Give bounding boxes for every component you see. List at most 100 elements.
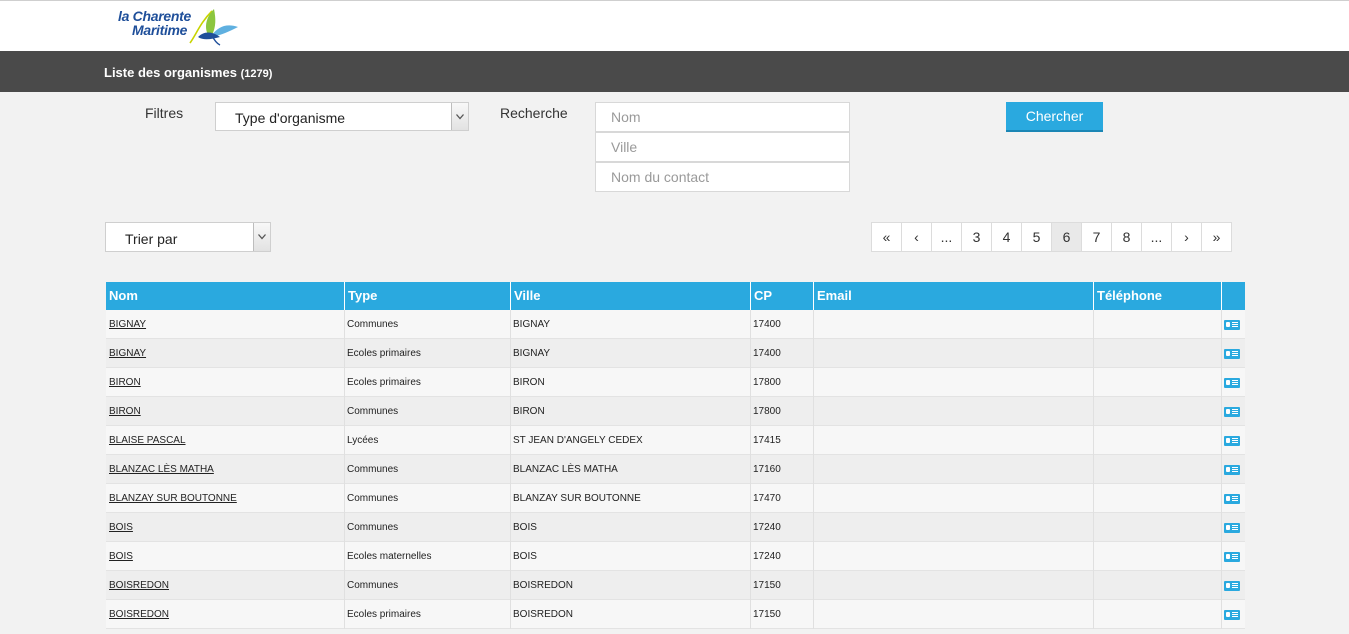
- organism-link[interactable]: BLANZAY SUR BOUTONNE: [109, 493, 237, 504]
- cell-cp: 17240: [751, 513, 814, 542]
- search-contact-input[interactable]: [595, 162, 850, 192]
- cell-telephone: [1094, 455, 1222, 484]
- cell-ville: BIGNAY: [511, 310, 751, 339]
- table-row: BOISREDON Ecoles primaires BOISREDON 17150: [106, 600, 1245, 629]
- cell-cp-text: 17800: [753, 406, 781, 417]
- cell-cp: 17400: [751, 310, 814, 339]
- cell-type-text: Communes: [347, 319, 399, 330]
- cell-ville: BLANZAC LÈS MATHA: [511, 455, 751, 484]
- contact-card-icon[interactable]: [1224, 349, 1240, 359]
- cell-telephone: [1094, 513, 1222, 542]
- cell-cp: 17800: [751, 368, 814, 397]
- first-page-button[interactable]: «: [871, 222, 902, 252]
- cell-type-text: Lycées: [347, 435, 379, 446]
- chevron-down-icon[interactable]: [253, 223, 270, 251]
- site-logo[interactable]: la Charente Maritime: [116, 7, 246, 47]
- search-city-input[interactable]: [595, 132, 850, 162]
- next-page-button[interactable]: ›: [1171, 222, 1202, 252]
- contact-card-icon[interactable]: [1224, 436, 1240, 446]
- cell-type: Communes: [345, 397, 511, 426]
- ellipsis-right[interactable]: ...: [1141, 222, 1172, 252]
- title-bar: Liste des organismes (1279): [0, 51, 1349, 92]
- cell-cp: 17470: [751, 484, 814, 513]
- search-name-input[interactable]: [595, 102, 850, 132]
- cell-type: Ecoles primaires: [345, 368, 511, 397]
- cell-type: Ecoles primaires: [345, 600, 511, 629]
- cell-telephone: [1094, 397, 1222, 426]
- cell-telephone: [1094, 426, 1222, 455]
- cell-telephone: [1094, 571, 1222, 600]
- cell-telephone: [1094, 310, 1222, 339]
- contact-card-icon[interactable]: [1224, 407, 1240, 417]
- cell-ville-text: BOISREDON: [513, 609, 574, 620]
- page-3[interactable]: 3: [961, 222, 992, 252]
- ellipsis-left[interactable]: ...: [931, 222, 962, 252]
- contact-card-icon[interactable]: [1224, 320, 1240, 330]
- organism-link[interactable]: BOIS: [109, 522, 133, 533]
- type-select[interactable]: Type d'organisme: [215, 102, 469, 131]
- organism-link[interactable]: BLAISE PASCAL: [109, 435, 186, 446]
- organism-link[interactable]: BOISREDON: [109, 609, 169, 620]
- search-button[interactable]: Chercher: [1006, 102, 1103, 132]
- contact-card-icon[interactable]: [1224, 494, 1240, 504]
- page-8[interactable]: 8: [1111, 222, 1142, 252]
- cell-type-text: Communes: [347, 493, 399, 504]
- cell-ville: BOISREDON: [511, 600, 751, 629]
- cell-cp-text: 17160: [753, 464, 781, 475]
- organism-link[interactable]: BIGNAY: [109, 319, 146, 330]
- column-header-telephone[interactable]: Téléphone: [1094, 282, 1222, 310]
- organism-count: (1279): [240, 68, 273, 80]
- type-select-value: Type d'organisme: [235, 110, 346, 126]
- cell-email: [814, 339, 1094, 368]
- column-header-cp[interactable]: CP: [751, 282, 814, 310]
- cell-cp-text: 17400: [753, 319, 781, 330]
- page-5[interactable]: 5: [1021, 222, 1052, 252]
- organism-link[interactable]: BOISREDON: [109, 580, 169, 591]
- organism-link[interactable]: BLANZAC LÈS MATHA: [109, 464, 214, 475]
- contact-card-icon[interactable]: [1224, 581, 1240, 591]
- organism-link[interactable]: BIGNAY: [109, 348, 146, 359]
- cell-ville-text: ST JEAN D'ANGELY CEDEX: [513, 435, 643, 446]
- sort-select[interactable]: Trier par: [105, 222, 271, 252]
- cell-cp: 17800: [751, 397, 814, 426]
- cell-ville: BOIS: [511, 513, 751, 542]
- contact-card-icon[interactable]: [1224, 610, 1240, 620]
- cell-type-text: Communes: [347, 406, 399, 417]
- column-header-nom[interactable]: Nom: [106, 282, 345, 310]
- table-row: BLANZAY SUR BOUTONNE Communes BLANZAY SUR …: [106, 484, 1245, 513]
- page-7[interactable]: 7: [1081, 222, 1112, 252]
- bird-logo-icon: [189, 9, 238, 46]
- organism-link[interactable]: BIRON: [109, 406, 141, 417]
- table-row: BIRON Ecoles primaires BIRON 17800: [106, 368, 1245, 397]
- page-6[interactable]: 6: [1051, 222, 1082, 252]
- prev-page-button[interactable]: ‹: [901, 222, 932, 252]
- chevron-down-icon[interactable]: [451, 103, 468, 130]
- cell-ville-text: BLANZAC LÈS MATHA: [513, 464, 618, 475]
- contact-card-icon[interactable]: [1224, 523, 1240, 533]
- cell-ville: ST JEAN D'ANGELY CEDEX: [511, 426, 751, 455]
- cell-ville-text: BOIS: [513, 522, 537, 533]
- column-header-type[interactable]: Type: [345, 282, 511, 310]
- cell-cp-text: 17470: [753, 493, 781, 504]
- cell-email: [814, 397, 1094, 426]
- column-header-email[interactable]: Email: [814, 282, 1094, 310]
- cell-cp: 17400: [751, 339, 814, 368]
- organism-link[interactable]: BOIS: [109, 551, 133, 562]
- contact-card-icon[interactable]: [1224, 465, 1240, 475]
- column-header-ville[interactable]: Ville: [511, 282, 751, 310]
- cell-nom: BIRON: [106, 397, 345, 426]
- organism-link[interactable]: BIRON: [109, 377, 141, 388]
- cell-type-text: Ecoles primaires: [347, 348, 421, 359]
- page-4[interactable]: 4: [991, 222, 1022, 252]
- cell-telephone: [1094, 368, 1222, 397]
- last-page-button[interactable]: »: [1201, 222, 1232, 252]
- contact-card-icon[interactable]: [1224, 552, 1240, 562]
- cell-ville-text: BIGNAY: [513, 319, 551, 330]
- contact-card-icon[interactable]: [1224, 378, 1240, 388]
- cell-email: [814, 368, 1094, 397]
- table-row: BIGNAY Communes BIGNAY 17400: [106, 310, 1245, 339]
- cell-type-text: Ecoles maternelles: [347, 551, 432, 562]
- site-header: la Charente Maritime: [0, 1, 1349, 51]
- table-row: BLANZAC LÈS MATHA Communes BLANZAC LÈS MAT…: [106, 455, 1245, 484]
- cell-cp-text: 17400: [753, 348, 781, 359]
